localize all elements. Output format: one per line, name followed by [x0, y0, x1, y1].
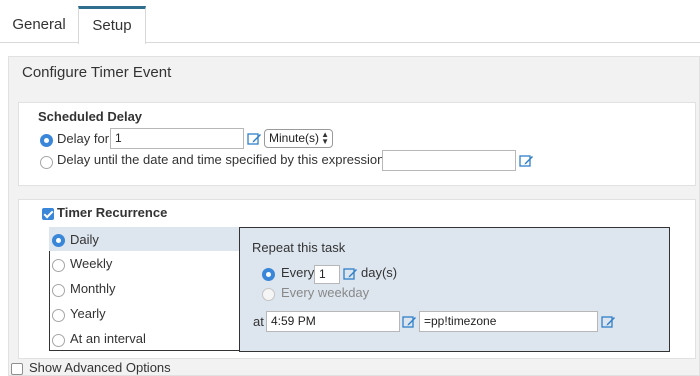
delay-until-label: Delay until the date and time specified … — [57, 152, 388, 167]
recurrence-interval-label[interactable]: At an interval — [70, 331, 146, 346]
edit-icon[interactable] — [601, 315, 616, 329]
recurrence-monthly-label[interactable]: Monthly — [70, 281, 116, 296]
recurrence-weekly-radio[interactable] — [52, 259, 65, 272]
edit-icon[interactable] — [402, 315, 417, 329]
delay-unit-value: Minute(s) — [269, 131, 320, 145]
every-days-radio[interactable] — [262, 268, 275, 281]
every-weekday-label: Every weekday — [281, 285, 370, 300]
recurrence-yearly-radio[interactable] — [52, 309, 65, 322]
time-input[interactable]: 4:59 PM — [266, 311, 400, 332]
timezone-input[interactable]: =pp!timezone — [419, 311, 598, 332]
every-days-input[interactable]: 1 — [314, 265, 340, 284]
every-suffix: day(s) — [361, 265, 398, 280]
delay-unit-select[interactable]: Minute(s) ▲ ▼ — [264, 129, 333, 148]
timer-recurrence-checkbox[interactable] — [42, 208, 54, 220]
every-weekday-radio[interactable] — [262, 288, 275, 301]
delay-for-radio[interactable] — [40, 134, 53, 147]
recurrence-daily-radio[interactable] — [52, 234, 65, 247]
delay-until-radio[interactable] — [40, 156, 53, 169]
delay-for-label: Delay for — [57, 131, 110, 146]
show-advanced-label[interactable]: Show Advanced Options — [29, 360, 171, 375]
tab-general[interactable]: General — [0, 6, 78, 43]
recurrence-interval-radio[interactable] — [52, 334, 65, 347]
edit-icon[interactable] — [343, 267, 358, 281]
recurrence-weekly-label[interactable]: Weekly — [70, 256, 112, 271]
repeat-heading: Repeat this task — [252, 240, 346, 255]
every-label: Every — [281, 265, 315, 280]
tab-setup[interactable]: Setup — [78, 6, 146, 44]
recurrence-daily-label[interactable]: Daily — [70, 232, 99, 247]
recurrence-monthly-radio[interactable] — [52, 284, 65, 297]
edit-icon[interactable] — [247, 132, 262, 146]
select-arrows-icon: ▲ ▼ — [321, 130, 329, 146]
recurrence-yearly-label[interactable]: Yearly — [70, 306, 106, 321]
scheduled-delay-title: Scheduled Delay — [38, 109, 143, 124]
delay-for-input[interactable]: 1 — [110, 128, 244, 149]
show-advanced-checkbox[interactable] — [11, 363, 23, 375]
at-label: at — [253, 314, 264, 329]
panel-title: Configure Timer Event — [22, 64, 172, 81]
edit-icon[interactable] — [519, 154, 534, 168]
timer-recurrence-title: Timer Recurrence — [57, 205, 168, 220]
delay-until-input[interactable] — [382, 150, 516, 171]
